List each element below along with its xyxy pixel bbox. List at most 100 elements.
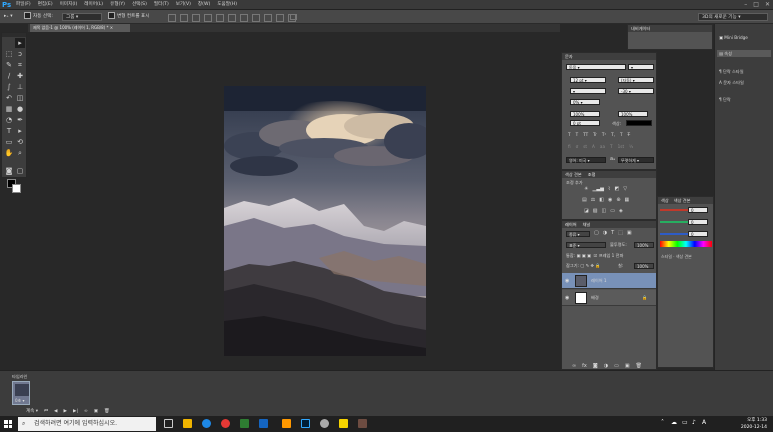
app-icon-2[interactable] (339, 419, 348, 428)
ime-indicator[interactable]: A (702, 419, 706, 426)
distribute-center-icon[interactable] (276, 14, 284, 22)
quick-select-tool-icon[interactable]: ✎ (4, 60, 14, 70)
font-size-field[interactable]: 12 pt ▾ (570, 77, 606, 83)
stylistic-icon[interactable]: aa (600, 143, 605, 150)
edge-icon[interactable] (202, 419, 211, 428)
align-middle-icon[interactable] (180, 14, 188, 22)
font-family-dropdown[interactable]: 돋움 ▾ (566, 64, 626, 70)
menu-filter[interactable]: 필터(T) (154, 0, 169, 10)
screen-mode-icon[interactable]: ▢ (15, 166, 25, 176)
hue-saturation-icon[interactable]: ▤ (582, 197, 587, 204)
menu-window[interactable]: 창(W) (198, 0, 210, 10)
photo-filter-icon[interactable]: ◉ (608, 197, 612, 204)
filter-type-icon[interactable]: T (611, 230, 614, 237)
opacity-field[interactable]: 100% (634, 242, 654, 248)
document-canvas[interactable] (224, 86, 426, 356)
next-frame-icon[interactable]: ▶| (73, 408, 78, 415)
fractions-icon[interactable]: ½ (629, 143, 633, 150)
paragraph-button[interactable]: ¶ 단락 (719, 96, 731, 103)
gradient-tool-icon[interactable]: ▦ (4, 104, 14, 114)
close-button[interactable]: ✕ (765, 0, 770, 10)
kerning-field[interactable]: ▾ (570, 88, 606, 94)
character-styles-button[interactable]: A 문자 스타일 (719, 79, 744, 86)
hand-tool-icon[interactable]: ✋ (4, 148, 14, 158)
discretionary-icon[interactable]: st (583, 143, 587, 150)
threshold-icon[interactable]: ◫ (601, 208, 606, 215)
tab-swatches-2[interactable]: 색상 견본 (674, 197, 691, 204)
document-tab[interactable]: 제목 없음-1 @ 100% (레이어 1, RGB/8) * × (30, 24, 130, 32)
distribute-bottom-icon[interactable] (252, 14, 260, 22)
faux-bold-icon[interactable]: T (568, 131, 571, 138)
tab-color[interactable]: 색상 (661, 197, 669, 204)
character-panel-title[interactable]: 문자 (562, 53, 656, 60)
volume-icon[interactable]: ♪ (692, 419, 696, 426)
tab-swatches[interactable]: 색상 견본 (565, 171, 582, 178)
mini-bridge-button[interactable]: ▣ Mini Bridge (719, 34, 748, 41)
duplicate-frame-icon[interactable]: ▣ (94, 408, 98, 415)
app-icon-3[interactable] (358, 419, 367, 428)
paragraph-styles-button[interactable]: ¶ 단락 스타일 (719, 68, 744, 75)
filter-shape-icon[interactable]: ⬚ (618, 230, 623, 237)
path-select-tool-icon[interactable]: ▸ (15, 126, 25, 136)
workspace-switcher[interactable]: 3D의 새로운 기능 ▾ (698, 13, 768, 21)
maximize-button[interactable]: □ (753, 0, 759, 10)
move-tool-icon[interactable]: ▸ (15, 38, 25, 48)
eraser-tool-icon[interactable]: ◫ (15, 93, 25, 103)
anti-alias-dropdown[interactable]: 뚜렷하게 ▾ (618, 157, 654, 163)
align-bottom-icon[interactable] (192, 14, 200, 22)
small-caps-icon[interactable]: Tr (593, 131, 597, 138)
tab-layers[interactable]: 레이어 (565, 221, 577, 228)
healing-tool-icon[interactable]: ✚ (15, 71, 25, 81)
ligature-icon[interactable]: fi (568, 143, 571, 150)
horizontal-scale-field[interactable]: 100% (618, 111, 648, 117)
red-slider[interactable] (660, 209, 688, 211)
type-tool-icon[interactable]: T (4, 126, 14, 136)
tray-up-icon[interactable]: ˄ (661, 419, 664, 426)
exposure-icon[interactable]: ◩ (614, 186, 619, 193)
menu-image[interactable]: 이미지(I) (60, 0, 78, 10)
delete-layer-icon[interactable]: 🗑 (636, 363, 642, 370)
blue-slider[interactable] (660, 233, 688, 235)
explorer-icon[interactable] (183, 419, 192, 428)
tsume-field[interactable]: 0% ▾ (570, 99, 600, 105)
navigator-panel-title[interactable]: 내비게이터 (628, 25, 712, 32)
visibility-eye-icon[interactable]: ◉ (565, 278, 569, 284)
baseline-shift-field[interactable]: 0 pt (570, 120, 600, 126)
visibility-eye-icon[interactable]: ◉ (565, 295, 569, 301)
crop-tool-icon[interactable]: ⌗ (15, 60, 25, 70)
green-value[interactable]: 0 (688, 219, 708, 225)
photoshop-taskbar-icon[interactable] (301, 419, 310, 428)
text-color-swatch[interactable] (626, 120, 652, 126)
all-caps-icon[interactable]: TT (583, 131, 588, 138)
black-white-icon[interactable]: ◧ (599, 197, 604, 204)
excel-icon[interactable] (240, 419, 249, 428)
delete-frame-icon[interactable]: 🗑 (104, 408, 110, 415)
font-style-dropdown[interactable]: ▾ (628, 64, 654, 70)
filter-smart-icon[interactable]: ▣ (627, 230, 632, 237)
strikethrough-icon[interactable]: T̶ (628, 131, 631, 138)
blend-mode-dropdown[interactable]: 표준 ▾ (566, 242, 606, 248)
green-slider[interactable] (660, 221, 688, 223)
play-icon[interactable]: ▶ (64, 408, 67, 415)
fill-field[interactable]: 100% (634, 263, 654, 269)
task-view-icon[interactable] (164, 419, 173, 428)
menu-select[interactable]: 선택(S) (132, 0, 147, 10)
color-spectrum-bar[interactable] (660, 241, 712, 247)
blur-tool-icon[interactable]: ● (15, 104, 25, 114)
curves-icon[interactable]: ⌇ (608, 186, 610, 193)
layer-kind-filter[interactable]: 종류 ▾ (566, 231, 590, 237)
background-color-swatch[interactable] (12, 184, 21, 193)
vertical-scale-field[interactable]: 100% (570, 111, 600, 117)
new-adjustment-icon[interactable]: ◑ (604, 363, 608, 370)
lasso-tool-icon[interactable]: ↄ (15, 49, 25, 59)
invert-icon[interactable]: ◪ (584, 208, 589, 215)
color-lookup-icon[interactable]: ▦ (625, 197, 630, 204)
menu-view[interactable]: 보기(V) (176, 0, 191, 10)
3d-tool-icon[interactable]: ⟲ (15, 137, 25, 147)
color-balance-icon[interactable]: ⚖ (591, 197, 595, 204)
vibrance-icon[interactable]: ▽ (623, 186, 627, 193)
layer-name[interactable]: 레이어 1 (591, 277, 607, 284)
first-frame-icon[interactable]: ⏮ (44, 408, 48, 415)
align-top-icon[interactable] (168, 14, 176, 22)
subscript-icon[interactable]: T, (611, 131, 615, 138)
